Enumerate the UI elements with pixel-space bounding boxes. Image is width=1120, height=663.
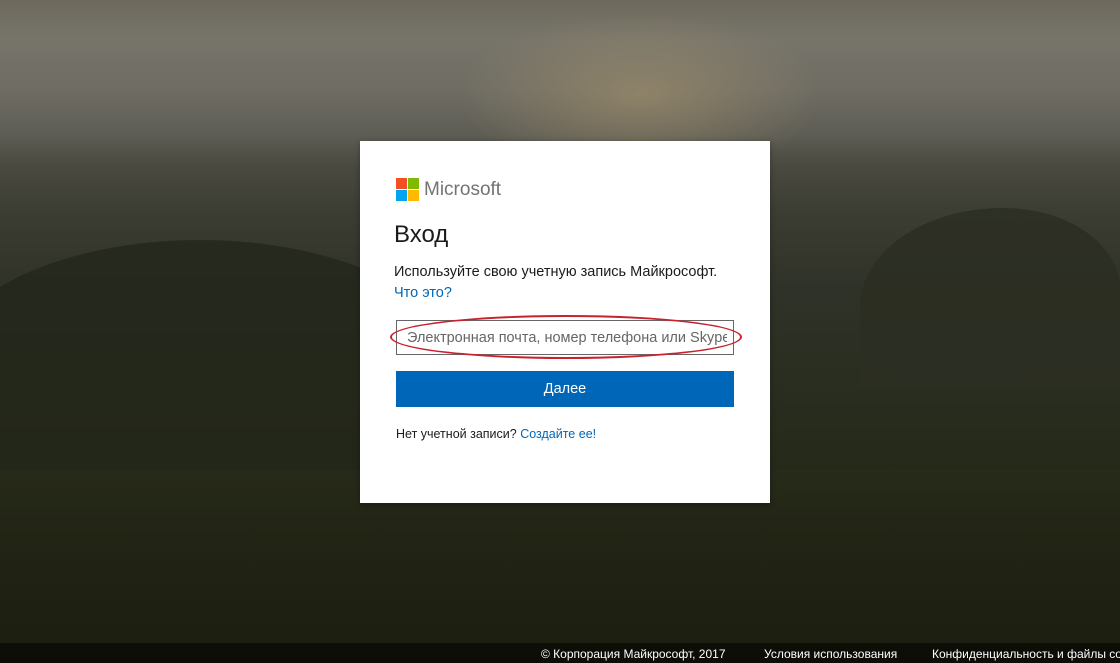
footer-copyright: © Корпорация Майкрософт, 2017 [541,647,726,661]
next-button[interactable]: Далее [396,371,734,407]
logo-text: Microsoft [424,178,502,200]
microsoft-logo-icon [396,178,419,201]
whats-this-link[interactable]: Что это? [394,285,452,301]
footer-privacy-link[interactable]: Конфиденциальность и файлы cookie [932,647,1120,661]
signin-subtitle: Используйте свою учетную запись Майкросо… [394,264,718,280]
page-title: Вход [394,221,449,248]
email-field[interactable] [396,320,734,355]
no-account-prompt: Нет учетной записи? Создайте ее! [396,427,596,441]
footer-bar: © Корпорация Майкрософт, 2017 Условия ис… [0,643,1120,663]
signin-page: Microsoft Вход Используйте свою учетную … [0,0,1120,663]
no-account-text: Нет учетной записи? [396,427,521,441]
footer-terms-link[interactable]: Условия использования [764,647,897,661]
microsoft-logo: Microsoft [396,178,501,201]
signin-dialog: Microsoft Вход Используйте свою учетную … [360,141,770,503]
create-account-link[interactable]: Создайте ее! [520,427,596,441]
